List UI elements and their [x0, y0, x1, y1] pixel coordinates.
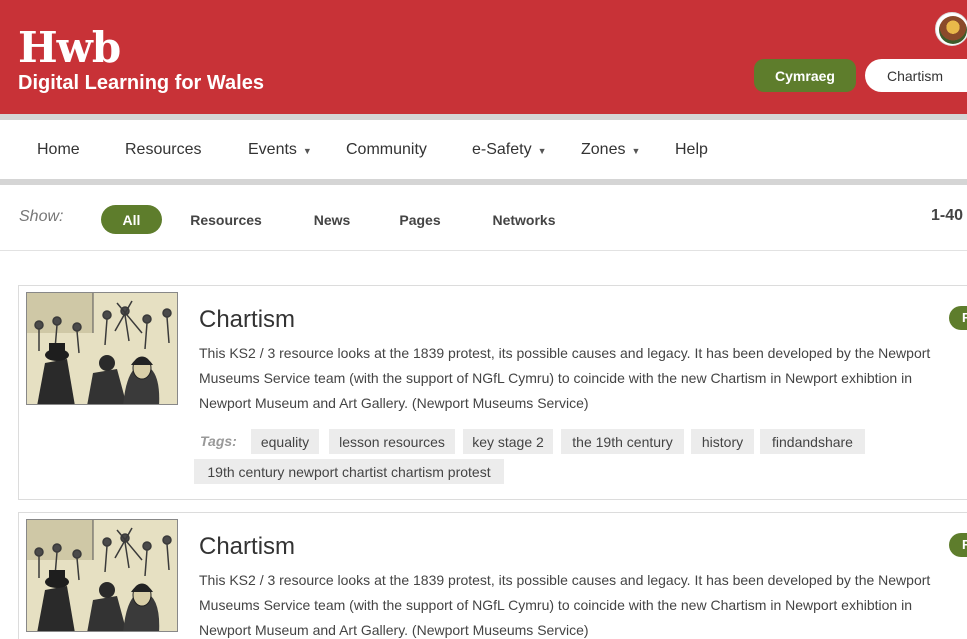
- chartist-protest-illustration-icon: [27, 520, 177, 631]
- result-filter-bar: Show: All Resources News Pages Networks …: [0, 185, 967, 251]
- filter-news[interactable]: News: [308, 205, 356, 234]
- tag-newport-chartism[interactable]: 19th century newport chartist chartism p…: [194, 459, 504, 484]
- filter-resources[interactable]: Resources: [184, 205, 268, 234]
- description-line: Newport Museum and Art Gallery. (Newport…: [199, 622, 589, 638]
- description-line: This KS2 / 3 resource looks at the 1839 …: [199, 572, 931, 588]
- nav-item-help[interactable]: Help: [675, 120, 708, 179]
- badge-letter: R: [962, 310, 967, 325]
- caret-down-icon: ▼: [302, 145, 312, 156]
- filter-all[interactable]: All: [101, 205, 162, 234]
- hwb-logo[interactable]: Hwb: [18, 26, 121, 70]
- chartist-protest-illustration-icon: [27, 293, 177, 404]
- filter-pages[interactable]: Pages: [394, 205, 446, 234]
- result-card: Chartism This KS2 / 3 resource looks at …: [18, 512, 967, 639]
- result-card: Chartism This KS2 / 3 resource looks at …: [18, 285, 967, 500]
- resource-type-badge: R: [949, 533, 967, 557]
- filter-networks[interactable]: Networks: [486, 205, 562, 234]
- nav-item-esafety[interactable]: e-Safety ▼: [472, 120, 547, 179]
- nav-item-events[interactable]: Events ▼: [248, 120, 312, 179]
- tag-lesson-resources[interactable]: lesson resources: [329, 429, 455, 454]
- nav-item-label: Resources: [125, 140, 202, 158]
- tag-equality[interactable]: equality: [251, 429, 319, 454]
- show-label: Show:: [19, 208, 64, 225]
- main-nav: Home Resources Events ▼ Community e-Safet…: [0, 120, 967, 179]
- nav-item-label: Events: [248, 140, 297, 158]
- tag-history[interactable]: history: [691, 429, 754, 454]
- result-description: This KS2 / 3 resource looks at the 1839 …: [199, 341, 959, 416]
- badge-letter: R: [962, 537, 967, 552]
- user-avatar[interactable]: [935, 12, 967, 46]
- site-header: Hwb Digital Learning for Wales Cymraeg C…: [0, 0, 967, 114]
- nav-item-home[interactable]: Home: [37, 120, 80, 179]
- result-count: 1-40: [931, 207, 964, 224]
- caret-down-icon: ▼: [537, 145, 547, 156]
- result-title-link[interactable]: Chartism: [199, 533, 295, 561]
- tags-label: Tags:: [200, 433, 237, 449]
- result-thumbnail[interactable]: [26, 292, 178, 405]
- description-line: Newport Museum and Art Gallery. (Newport…: [199, 395, 589, 411]
- tag-findandshare[interactable]: findandshare: [760, 429, 865, 454]
- nav-item-resources[interactable]: Resources: [125, 120, 201, 179]
- description-line: Museums Service team (with the support o…: [199, 370, 912, 386]
- nav-item-label: Zones: [581, 140, 626, 158]
- nav-item-label: e-Safety: [472, 140, 532, 158]
- nav-item-community[interactable]: Community: [346, 120, 427, 179]
- result-thumbnail[interactable]: [26, 519, 178, 632]
- tag-19th-century[interactable]: the 19th century: [561, 429, 684, 454]
- result-description: This KS2 / 3 resource looks at the 1839 …: [199, 568, 959, 639]
- caret-down-icon: ▼: [631, 145, 641, 156]
- language-toggle-button[interactable]: Cymraeg: [754, 59, 856, 92]
- result-title-link[interactable]: Chartism: [199, 306, 295, 334]
- nav-item-label: Home: [37, 140, 80, 158]
- avatar-image: [939, 16, 967, 44]
- description-line: This KS2 / 3 resource looks at the 1839 …: [199, 345, 931, 361]
- tag-key-stage-2[interactable]: key stage 2: [463, 429, 553, 454]
- nav-item-label: Help: [675, 140, 708, 158]
- resource-type-badge: R: [949, 306, 967, 330]
- search-input[interactable]: Chartism: [865, 59, 967, 92]
- site-tagline: Digital Learning for Wales: [18, 72, 264, 94]
- nav-item-zones[interactable]: Zones ▼: [581, 120, 640, 179]
- nav-item-label: Community: [346, 140, 427, 158]
- description-line: Museums Service team (with the support o…: [199, 597, 912, 613]
